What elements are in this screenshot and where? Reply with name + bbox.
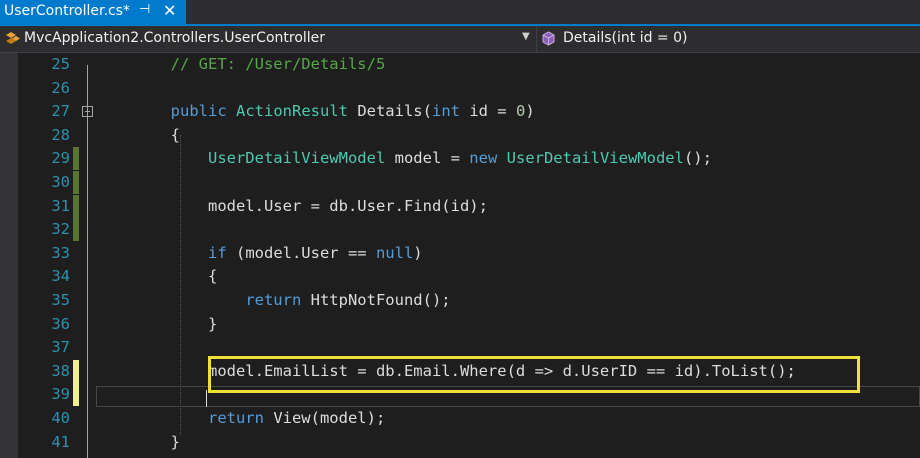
- code-line[interactable]: 36 }: [0, 313, 920, 336]
- line-number: 30: [51, 173, 70, 191]
- tab-title: UserController.cs*: [4, 3, 130, 19]
- code-text: return HttpNotFound();: [96, 291, 451, 309]
- line-number: 37: [51, 338, 70, 357]
- saved-change-marker: [73, 218, 79, 242]
- code-token: return: [245, 291, 302, 309]
- code-text: }: [96, 315, 217, 333]
- code-token: model =: [385, 149, 470, 168]
- type-dropdown[interactable]: MvcApplication2.Controllers.UserControll…: [0, 26, 536, 52]
- collapse-icon[interactable]: [82, 106, 93, 118]
- saved-change-marker: [73, 194, 79, 218]
- line-number: 39: [51, 385, 70, 404]
- class-icon: [6, 32, 20, 44]
- member-dropdown[interactable]: Details(int id = 0): [536, 26, 920, 52]
- line-number: 35: [51, 291, 70, 309]
- code-token: UserDetailViewModel: [207, 149, 386, 168]
- unsaved-change-marker: [73, 383, 79, 407]
- code-text: public ActionResult Details(int id = 0): [96, 102, 535, 120]
- code-text: }: [96, 433, 180, 451]
- code-line[interactable]: 27 public ActionResult Details(int id = …: [0, 100, 920, 123]
- line-number: 32: [51, 220, 70, 239]
- type-dropdown-label: MvcApplication2.Controllers.UserControll…: [24, 30, 326, 46]
- code-line[interactable]: 35 return HttpNotFound();: [0, 289, 920, 312]
- line-number: 40: [51, 409, 70, 427]
- code-token: if: [207, 243, 227, 262]
- code-text: if (model.User == null): [96, 244, 423, 262]
- tab-usercontroller[interactable]: UserController.cs* ⊣ ✕: [0, 0, 186, 24]
- method-icon: [542, 31, 555, 46]
- code-token: int: [431, 102, 460, 121]
- code-token: id =: [459, 102, 516, 121]
- code-line[interactable]: 26: [0, 77, 920, 100]
- code-text: // GET: /User/Details/5: [96, 55, 386, 73]
- member-dropdown-label: Details(int id = 0): [563, 30, 688, 46]
- code-token: }: [96, 432, 180, 451]
- code-editor[interactable]: 25 // GET: /User/Details/5 26 27 public Ac…: [0, 53, 920, 458]
- code-token: {: [96, 267, 218, 286]
- code-token: Details(: [347, 102, 432, 121]
- text-caret: [206, 390, 207, 407]
- code-token: ): [413, 243, 423, 262]
- code-line[interactable]: 41 }: [0, 431, 920, 454]
- code-text: return View(model);: [96, 409, 385, 427]
- line-number: 25: [51, 55, 70, 73]
- code-line[interactable]: 28 {: [0, 124, 920, 147]
- code-text: model.User = db.User.Find(id);: [96, 197, 488, 215]
- code-text: {: [96, 126, 180, 144]
- highlight-box: [208, 356, 860, 393]
- line-number: 31: [51, 196, 70, 215]
- navigation-bar: MvcApplication2.Controllers.UserControll…: [0, 26, 920, 53]
- code-token: View(model);: [263, 409, 386, 427]
- line-number: 27: [51, 102, 70, 121]
- code-token: 0: [515, 102, 526, 121]
- code-token: null: [375, 243, 414, 262]
- code-line[interactable]: 29 UserDetailViewModel model = new UserD…: [0, 147, 920, 171]
- code-token: model.User = db.User.Find(id);: [96, 196, 488, 215]
- line-number: 33: [51, 243, 70, 262]
- code-token: HttpNotFound();: [301, 291, 451, 309]
- line-number: 28: [51, 125, 70, 144]
- code-line[interactable]: 30: [0, 171, 920, 194]
- saved-change-marker: [73, 171, 79, 194]
- document-tab-strip: UserController.cs* ⊣ ✕: [0, 0, 920, 26]
- code-line[interactable]: 25 // GET: /User/Details/5: [0, 53, 920, 76]
- code-token: UserDetailViewModel: [506, 149, 684, 168]
- code-token: {: [96, 125, 180, 144]
- unsaved-change-marker: [73, 359, 79, 383]
- code-line[interactable]: 33 if (model.User == null): [0, 242, 920, 265]
- line-number: 29: [51, 149, 70, 168]
- code-token: // GET: /User/Details/5: [170, 55, 386, 73]
- code-token: (model.User ==: [226, 243, 376, 262]
- code-token: }: [96, 314, 218, 333]
- chevron-down-icon: ▼: [522, 31, 530, 42]
- code-token: ): [525, 102, 535, 121]
- line-number: 26: [51, 78, 70, 97]
- code-token: public: [170, 102, 227, 121]
- code-token: ();: [683, 149, 712, 168]
- code-token: ActionResult: [236, 102, 348, 121]
- code-text: {: [96, 267, 217, 285]
- code-line[interactable]: 32: [0, 218, 920, 242]
- code-line[interactable]: 34 {: [0, 265, 920, 288]
- code-text: UserDetailViewModel model = new UserDeta…: [96, 149, 712, 167]
- line-number: 41: [51, 432, 70, 451]
- line-number: 36: [51, 314, 70, 333]
- code-line[interactable]: 40 return View(model);: [0, 407, 920, 430]
- line-number: 38: [51, 361, 70, 380]
- saved-change-marker: [73, 147, 79, 171]
- code-token: return: [207, 409, 264, 427]
- code-token: new: [469, 149, 498, 168]
- pin-icon[interactable]: ⊣: [139, 2, 150, 17]
- close-icon[interactable]: ✕: [163, 1, 176, 20]
- code-line[interactable]: 31 model.User = db.User.Find(id);: [0, 194, 920, 218]
- line-number: 34: [51, 267, 70, 286]
